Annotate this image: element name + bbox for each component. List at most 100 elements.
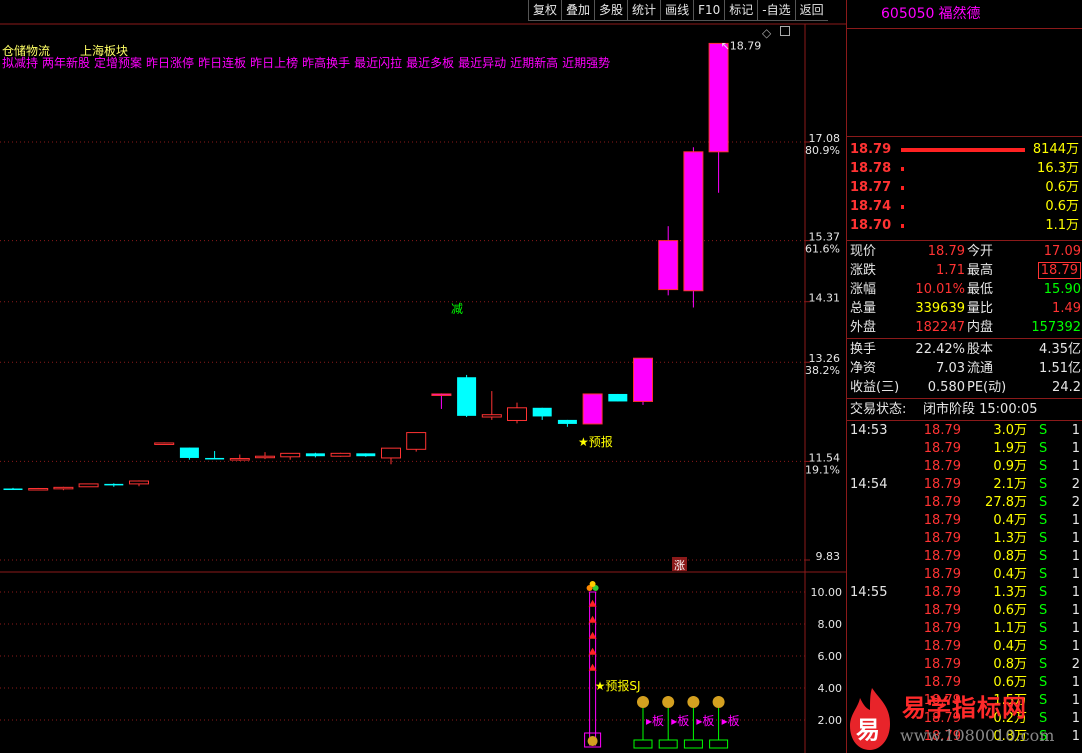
- tick-row: 18.79 0.4万 S 1: [847, 565, 1082, 584]
- indicator-label-10[interactable]: 近期新高: [510, 56, 558, 70]
- indicator-label-row: 拟减持 两年新股 定增预案 昨日涨停 昨日连板 昨日上榜 昨高换手 最近闪拉 最近多板 最近异动近…: [2, 54, 614, 71]
- stock-name: 福然德: [938, 6, 981, 22]
- tick-price: 18.79: [923, 621, 961, 636]
- kline-chart: 17.0880.9%15.3761.6%14.3113.2638.2%11.54…: [0, 23, 846, 753]
- order-volume: 16.3万: [1037, 161, 1079, 176]
- order-volume-bar: [901, 186, 904, 190]
- tick-side: S: [1039, 639, 1048, 654]
- logo-char: 易: [856, 716, 880, 744]
- candle-body: [129, 480, 149, 485]
- toolbar-button-1[interactable]: 叠加: [561, 0, 595, 21]
- toolbar-button-2[interactable]: 多股: [594, 0, 628, 21]
- indicator-label-3[interactable]: 昨日涨停: [146, 56, 194, 70]
- toolbar: 复权 叠加 多股 统计 画线 F10 标记 -自选 返回: [528, 0, 828, 22]
- stat-row: 总量 339639 量比 1.49: [847, 299, 1082, 318]
- indicator-label-4[interactable]: 昨日连板: [198, 56, 246, 70]
- tick-volume: 0.4万: [993, 513, 1027, 528]
- stat-key: 今开: [967, 244, 994, 259]
- tick-price: 18.79: [923, 585, 961, 600]
- tick-row: 18.79 0.9万 S 1: [847, 457, 1082, 476]
- fundamental-row: 净资 7.03 流通 1.51亿: [847, 359, 1082, 378]
- tick-count: 1: [1071, 603, 1080, 618]
- stat-value: 339639: [915, 301, 965, 316]
- tick-side: S: [1039, 603, 1048, 618]
- indicator-label-5[interactable]: 昨日上榜: [250, 56, 298, 70]
- fund-key: 股本: [967, 342, 994, 357]
- indicator-label-0[interactable]: 拟减持: [2, 56, 38, 70]
- price-tick-pct: 61.6%: [805, 243, 840, 256]
- fund-value: 0.580: [927, 380, 965, 395]
- indicator-label-8[interactable]: 最近多板: [406, 56, 454, 70]
- stat-row: 涨幅 10.01% 最低 15.90: [847, 280, 1082, 299]
- money-bag-icon: [637, 696, 649, 708]
- tick-volume: 1.9万: [993, 441, 1027, 456]
- toolbar-button-0[interactable]: 复权: [528, 0, 562, 21]
- toolbar-button-8[interactable]: 返回: [794, 0, 828, 21]
- candle-body: [330, 452, 351, 457]
- tick-price: 18.79: [923, 495, 961, 510]
- tick-count: 2: [1071, 477, 1080, 492]
- tick-volume: 2.1万: [993, 477, 1027, 492]
- kline-chart-area[interactable]: 17.08 80.9% 15.37 61.6% 14.31 13.26 38.2% 11.54…: [0, 0, 846, 753]
- order-volume: 8144万: [1032, 142, 1079, 157]
- order-book-row[interactable]: 18.70 1.1万: [847, 216, 1082, 235]
- stat-value: 15.90: [1043, 282, 1081, 297]
- divider: [847, 136, 1082, 137]
- tick-row: 18.79 0.8万 S 1: [847, 547, 1082, 566]
- indicator-label-6[interactable]: 昨高换手: [302, 56, 350, 70]
- tick-volume: 0.6万: [993, 603, 1027, 618]
- candle-body: [431, 393, 452, 396]
- toolbar-button-4[interactable]: 画线: [660, 0, 694, 21]
- stat-row: 现价 18.79 今开 17.09: [847, 242, 1082, 261]
- watermark-title: 易学指标网: [902, 694, 1027, 722]
- toolbar-button-3[interactable]: 统计: [627, 0, 661, 21]
- order-volume: 0.6万: [1045, 199, 1079, 214]
- tick-price: 18.79: [923, 513, 961, 528]
- stat-value: 1.71: [936, 263, 965, 278]
- fund-value: 1.51亿: [1039, 361, 1081, 376]
- candle-body: [381, 447, 401, 459]
- stat-key: 现价: [850, 244, 877, 259]
- order-price: 18.70: [850, 218, 892, 233]
- indicator-label-1[interactable]: 两年新股: [42, 56, 90, 70]
- tick-side: S: [1039, 495, 1048, 510]
- tick-side: S: [1039, 585, 1048, 600]
- window-icon[interactable]: [780, 26, 790, 36]
- marker-base: [683, 739, 703, 749]
- candle-body: [154, 442, 175, 445]
- tick-count: 1: [1071, 513, 1080, 528]
- tick-price: 18.79: [923, 657, 961, 672]
- stat-row: 涨跌 1.71 最高 18.79: [847, 261, 1082, 280]
- tick-price: 18.79: [923, 531, 961, 546]
- tick-volume: 1.1万: [993, 621, 1027, 636]
- watermark-url: www.1080010.com: [900, 726, 1055, 745]
- stat-key: 外盘: [850, 320, 877, 335]
- indicator-label-9[interactable]: 最近异动: [458, 56, 506, 70]
- order-book-row[interactable]: 18.78 16.3万: [847, 159, 1082, 178]
- fund-key: 净资: [850, 361, 877, 376]
- board-label: ▸板: [722, 714, 740, 728]
- tick-count: 1: [1071, 459, 1080, 474]
- order-book-row[interactable]: 18.77 0.6万: [847, 178, 1082, 197]
- stat-value: 157392: [1031, 320, 1081, 335]
- indicator-label-11[interactable]: 近期强势: [562, 56, 610, 70]
- tick-volume: 1.3万: [993, 585, 1027, 600]
- stat-row: 外盘 182247 内盘 157392: [847, 318, 1082, 337]
- fund-key: 换手: [850, 342, 877, 357]
- tick-side: S: [1039, 657, 1048, 672]
- high-price-label: ↖18.79: [721, 39, 762, 52]
- indicator-label-7[interactable]: 最近闪拉: [354, 56, 402, 70]
- tick-row: 14:53 18.79 3.0万 S 1: [847, 421, 1082, 440]
- candle-body: [683, 151, 704, 292]
- toolbar-button-6[interactable]: 标记: [724, 0, 758, 21]
- order-book-row[interactable]: 18.74 0.6万: [847, 197, 1082, 216]
- tick-volume: 0.4万: [993, 639, 1027, 654]
- candle-body: [708, 42, 729, 153]
- diamond-icon[interactable]: ◇: [762, 26, 771, 40]
- toolbar-button-5[interactable]: F10: [693, 0, 725, 21]
- toolbar-button-7[interactable]: -自选: [757, 0, 795, 21]
- zhang-label: 涨: [674, 559, 685, 572]
- order-book-row[interactable]: 18.79 8144万: [847, 140, 1082, 159]
- indicator-label-2[interactable]: 定增预案: [94, 56, 142, 70]
- stat-key: 总量: [850, 301, 877, 316]
